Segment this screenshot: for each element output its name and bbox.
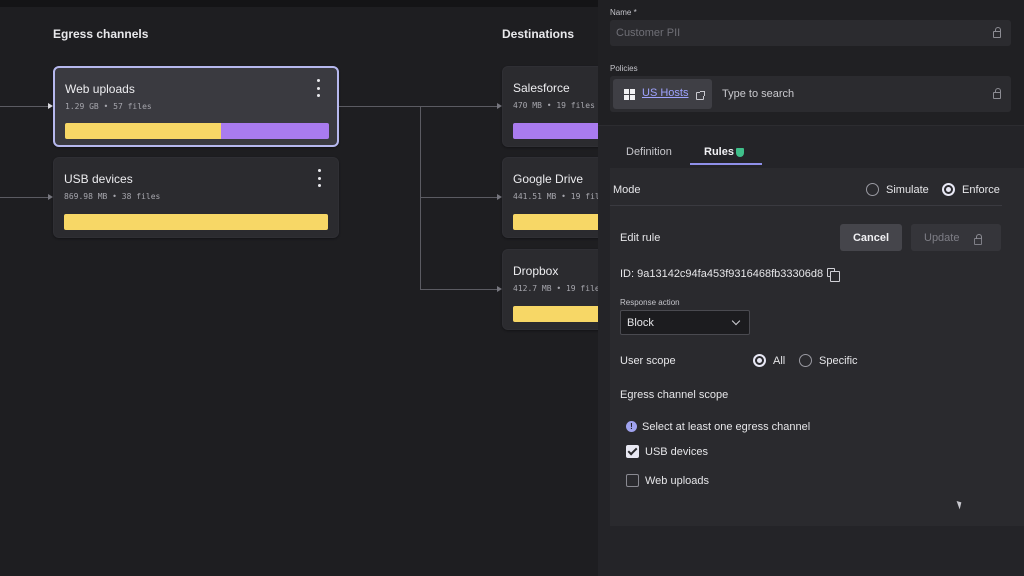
usage-bar-segment-yellow (65, 123, 221, 139)
response-action-select[interactable]: Block (620, 310, 750, 335)
rule-id: ID: 9a13142c94fa453f9316468fb33306d8 (620, 268, 824, 280)
destination-card-meta: 470 MB • 19 files (513, 101, 595, 110)
user-scope-all-radio[interactable] (753, 354, 766, 367)
lock-icon (993, 27, 1001, 38)
name-label: Name * (610, 8, 637, 17)
lock-icon (993, 88, 1001, 99)
cancel-button[interactable]: Cancel (840, 224, 902, 251)
policies-search-input[interactable]: Type to search (722, 88, 794, 100)
connector-in-usb (0, 197, 48, 198)
usage-bar (65, 123, 329, 139)
destination-card-title: Dropbox (513, 264, 559, 278)
egress-card-web-uploads[interactable]: Web uploads 1.29 GB • 57 files (53, 66, 339, 147)
lock-icon (974, 234, 982, 245)
name-field[interactable]: Customer PII (610, 20, 1011, 46)
copy-icon[interactable] (827, 268, 840, 282)
connector-google-drive (420, 197, 497, 198)
response-action-value: Block (627, 317, 654, 329)
mode-enforce-radio[interactable] (942, 183, 955, 196)
shield-check-icon (736, 148, 744, 157)
policy-side-panel: Name * Customer PII Policies US Hosts Ty… (598, 0, 1024, 576)
egress-card-usb-devices[interactable]: USB devices 869.98 MB • 38 files (53, 157, 339, 238)
policy-chip-label[interactable]: US Hosts (642, 87, 688, 99)
usage-bar-segment-purple (220, 123, 329, 139)
policy-chip-us-hosts[interactable]: US Hosts (613, 79, 712, 109)
user-scope-specific-radio[interactable] (799, 354, 812, 367)
usb-devices-checkbox[interactable] (626, 445, 639, 458)
destination-card-title: Salesforce (513, 81, 570, 95)
connector-in-web (0, 106, 48, 107)
usage-bar (64, 214, 328, 230)
chevron-down-icon (731, 316, 741, 326)
user-scope-specific-label[interactable]: Specific (819, 355, 858, 367)
destination-card-meta: 412.7 MB • 19 files (513, 284, 605, 293)
mode-divider (610, 205, 1002, 206)
usb-devices-checkbox-label[interactable]: USB devices (645, 446, 708, 458)
tab-rules-underline (690, 163, 762, 165)
info-icon: ! (626, 421, 637, 432)
connector-web-salesforce (339, 106, 497, 107)
tab-definition[interactable]: Definition (626, 146, 672, 158)
more-vert-icon[interactable] (314, 169, 324, 187)
destination-card-meta: 441.51 MB • 19 files (513, 192, 610, 201)
top-bar (0, 0, 598, 7)
destinations-title: Destinations (502, 27, 575, 41)
egress-card-title: USB devices (64, 172, 133, 186)
user-scope-all-label[interactable]: All (773, 355, 785, 367)
tab-rules[interactable]: Rules (704, 146, 734, 158)
user-scope-label: User scope (620, 355, 676, 367)
web-uploads-checkbox-label[interactable]: Web uploads (645, 475, 709, 487)
destination-card-title: Google Drive (513, 172, 584, 186)
name-placeholder: Customer PII (616, 27, 681, 39)
mode-label: Mode (613, 184, 641, 196)
more-vert-icon[interactable] (313, 79, 323, 97)
rules-card: Mode Simulate Enforce Edit rule Cancel U… (610, 168, 1024, 526)
update-button[interactable]: Update (911, 224, 1001, 251)
egress-scope-label: Egress channel scope (620, 389, 729, 401)
policies-label: Policies (610, 64, 638, 73)
update-button-label: Update (924, 231, 960, 244)
mouse-cursor-icon (956, 499, 964, 510)
web-uploads-checkbox[interactable] (626, 474, 639, 487)
response-action-label: Response action (620, 298, 680, 307)
external-link-icon[interactable] (696, 91, 705, 100)
mode-enforce-label[interactable]: Enforce (962, 184, 1000, 196)
egress-card-meta: 1.29 GB • 57 files (65, 102, 152, 111)
usage-bar-segment-yellow (64, 214, 328, 230)
egress-channels-title: Egress channels (53, 27, 149, 41)
egress-scope-hint: Select at least one egress channel (642, 421, 811, 433)
connector-dropbox (420, 289, 497, 290)
policy-header: Name * Customer PII Policies US Hosts Ty… (598, 0, 1024, 126)
edit-rule-label: Edit rule (620, 232, 661, 244)
mode-simulate-label[interactable]: Simulate (886, 184, 929, 196)
connector-vertical (420, 106, 421, 290)
mode-simulate-radio[interactable] (866, 183, 879, 196)
egress-card-title: Web uploads (65, 82, 135, 96)
egress-card-meta: 869.98 MB • 38 files (64, 192, 161, 201)
windows-icon (624, 89, 635, 100)
policies-field[interactable]: US Hosts Type to search (610, 76, 1011, 112)
